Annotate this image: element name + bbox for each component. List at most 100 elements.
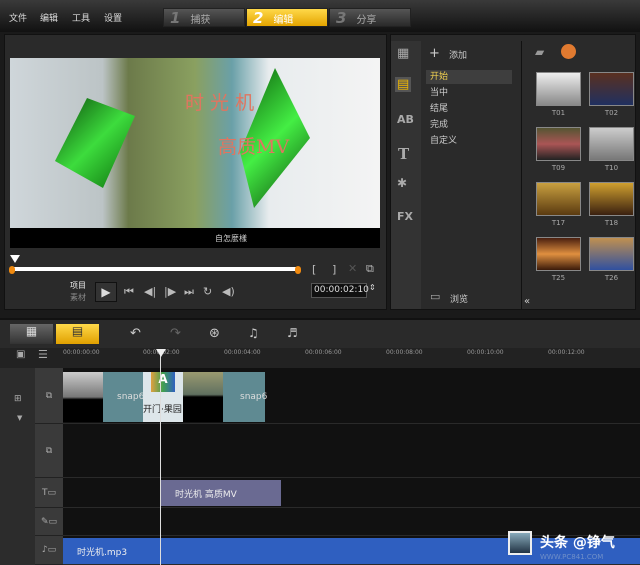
thumbnail-label: T17 <box>551 219 566 227</box>
title-icon[interactable]: T <box>398 145 409 163</box>
video-clip[interactable] <box>63 372 103 422</box>
title-clip[interactable]: 时光机 高质MV <box>161 480 281 506</box>
playhead[interactable] <box>160 352 161 565</box>
mark-in-button[interactable]: [ <box>312 263 316 276</box>
ripple-dropdown-icon[interactable]: ▼ <box>17 414 22 422</box>
ruler-tick: 00:00:04:00 <box>224 349 261 356</box>
scrubber-handle[interactable] <box>10 255 20 263</box>
video-clip-snap[interactable]: snap6 <box>223 372 267 422</box>
sound-mixer-icon[interactable]: ♫ <box>248 326 259 340</box>
category-custom[interactable]: 自定义 <box>426 134 512 148</box>
fit-project-icon[interactable]: ▣ <box>16 349 25 360</box>
thumbnail-label: T18 <box>604 219 619 227</box>
menu-tools[interactable]: 工具 <box>72 11 90 24</box>
browse-button[interactable]: 浏览 <box>450 292 468 305</box>
step-number: 1 <box>170 9 181 27</box>
overlay-track <box>63 424 640 478</box>
thumbnail-t26[interactable] <box>589 237 634 271</box>
end-icon[interactable]: ⏭ <box>184 285 194 299</box>
title-track <box>63 478 640 508</box>
thumbnail-label: T26 <box>604 274 619 282</box>
overlay-track-icon[interactable]: ⧉ <box>35 424 63 478</box>
transition-a-icon: A <box>151 372 175 392</box>
video-preview: 时 光 机 高质MV 自怎麼樣 <box>10 58 380 248</box>
menu-settings[interactable]: 设置 <box>104 11 122 24</box>
step-label: 分享 <box>356 15 377 26</box>
auto-music-icon[interactable]: ♬ <box>287 326 298 340</box>
record-capture-icon[interactable]: ⊛ <box>209 326 220 341</box>
thumbnail-t10[interactable] <box>589 127 634 161</box>
category-start[interactable]: 开始 <box>426 70 512 84</box>
film-reel-icon[interactable] <box>561 44 576 59</box>
ruler-tick: 00:00:12:00 <box>548 349 585 356</box>
clip-mode-label[interactable]: 素材 <box>70 292 86 303</box>
category-middle[interactable]: 当中 <box>426 86 512 100</box>
play-button[interactable]: ▶ <box>95 282 117 302</box>
title-transition-clip[interactable]: A 开门·果园 <box>143 372 183 422</box>
browse-icon[interactable]: ▭ <box>430 290 440 303</box>
ruler-tick: 00:00:00:00 <box>63 349 100 356</box>
playhead-handle[interactable] <box>156 349 166 357</box>
timecode-field[interactable]: 00:00:02:10 <box>311 283 369 298</box>
undo-icon[interactable]: ↶ <box>130 326 141 341</box>
title-track-icon[interactable]: T▭ <box>35 478 63 508</box>
timeline-view-button[interactable]: ▤ <box>56 324 99 344</box>
thumbnail-label: T09 <box>551 164 566 172</box>
thumbnail-t17[interactable] <box>536 182 581 216</box>
preview-title-line2: 高质MV <box>218 136 290 158</box>
volume-icon[interactable]: ◀) <box>222 285 235 298</box>
trim-end-handle[interactable] <box>295 266 301 274</box>
clip-caption: 开门·果园 <box>143 405 182 415</box>
video-clip-snap[interactable]: snap6 <box>103 372 144 422</box>
category-complete[interactable]: 完成 <box>426 118 512 132</box>
menu-file[interactable]: 文件 <box>9 11 27 24</box>
ruler-tick: 00:00:10:00 <box>467 349 504 356</box>
track-manager-icon[interactable]: ☰ <box>38 348 48 361</box>
preview-subtitle: 自怎麼樣 <box>215 234 247 243</box>
ab-icon[interactable]: AB <box>397 113 414 126</box>
watermark-url: WWW.PC841.COM <box>540 553 604 561</box>
step-label: 编辑 <box>273 15 294 26</box>
thumbnail-t18[interactable] <box>589 182 634 216</box>
thumbnail-t25[interactable] <box>536 237 581 271</box>
thumbnail-label: T01 <box>551 109 566 117</box>
thumbnail-t09[interactable] <box>536 127 581 161</box>
watermark-logo <box>508 531 532 555</box>
tab-share[interactable]: 3 分享 <box>329 8 411 27</box>
fx-icon[interactable]: FX <box>397 210 413 223</box>
scrub-bar[interactable] <box>12 267 298 271</box>
collapse-icon[interactable]: « <box>524 296 530 307</box>
category-end[interactable]: 结尾 <box>426 102 512 116</box>
graphic-icon[interactable]: ✱ <box>397 176 407 190</box>
watermark-text: 头条 @铮气 <box>540 535 615 551</box>
tab-edit[interactable]: 2 编辑 <box>246 8 328 27</box>
folder-icon[interactable]: ▰ <box>535 45 544 59</box>
home-icon[interactable]: ⏮ <box>124 285 134 299</box>
add-icon[interactable]: + <box>429 46 440 61</box>
step-label: 捕获 <box>190 15 211 26</box>
video-clip[interactable] <box>183 372 223 422</box>
enlarge-icon[interactable]: ⧉ <box>366 262 374 276</box>
tab-capture[interactable]: 1 捕获 <box>163 8 245 27</box>
voice-track-icon[interactable]: ✎▭ <box>35 508 63 536</box>
thumbnail-t01[interactable] <box>536 72 581 106</box>
cut-icon[interactable]: ✕ <box>348 262 357 275</box>
ruler-tick: 00:00:06:00 <box>305 349 342 356</box>
timecode-stepper[interactable]: ⇕ <box>369 283 376 292</box>
previous-frame-icon[interactable]: ◀| <box>144 285 156 298</box>
music-track-icon[interactable]: ♪▭ <box>35 536 63 565</box>
repeat-icon[interactable]: ↻ <box>203 285 212 298</box>
menu-edit[interactable]: 编辑 <box>40 11 58 24</box>
video-track-icon[interactable]: ⧉ <box>35 368 63 424</box>
mark-out-button[interactable]: ] <box>332 263 336 276</box>
next-frame-icon[interactable]: |▶ <box>164 285 176 298</box>
transition-icon[interactable]: ▤ <box>395 77 412 92</box>
storyboard-view-button[interactable]: ▦ <box>10 324 53 344</box>
add-button[interactable]: 添加 <box>449 48 467 61</box>
trim-start-handle[interactable] <box>9 266 15 274</box>
project-mode-label[interactable]: 项目 <box>70 280 86 291</box>
ripple-edit-icon[interactable]: ⊞ <box>14 394 22 404</box>
redo-icon[interactable]: ↷ <box>170 326 181 341</box>
thumbnail-t02[interactable] <box>589 72 634 106</box>
media-icon[interactable]: ▦ <box>397 46 409 61</box>
